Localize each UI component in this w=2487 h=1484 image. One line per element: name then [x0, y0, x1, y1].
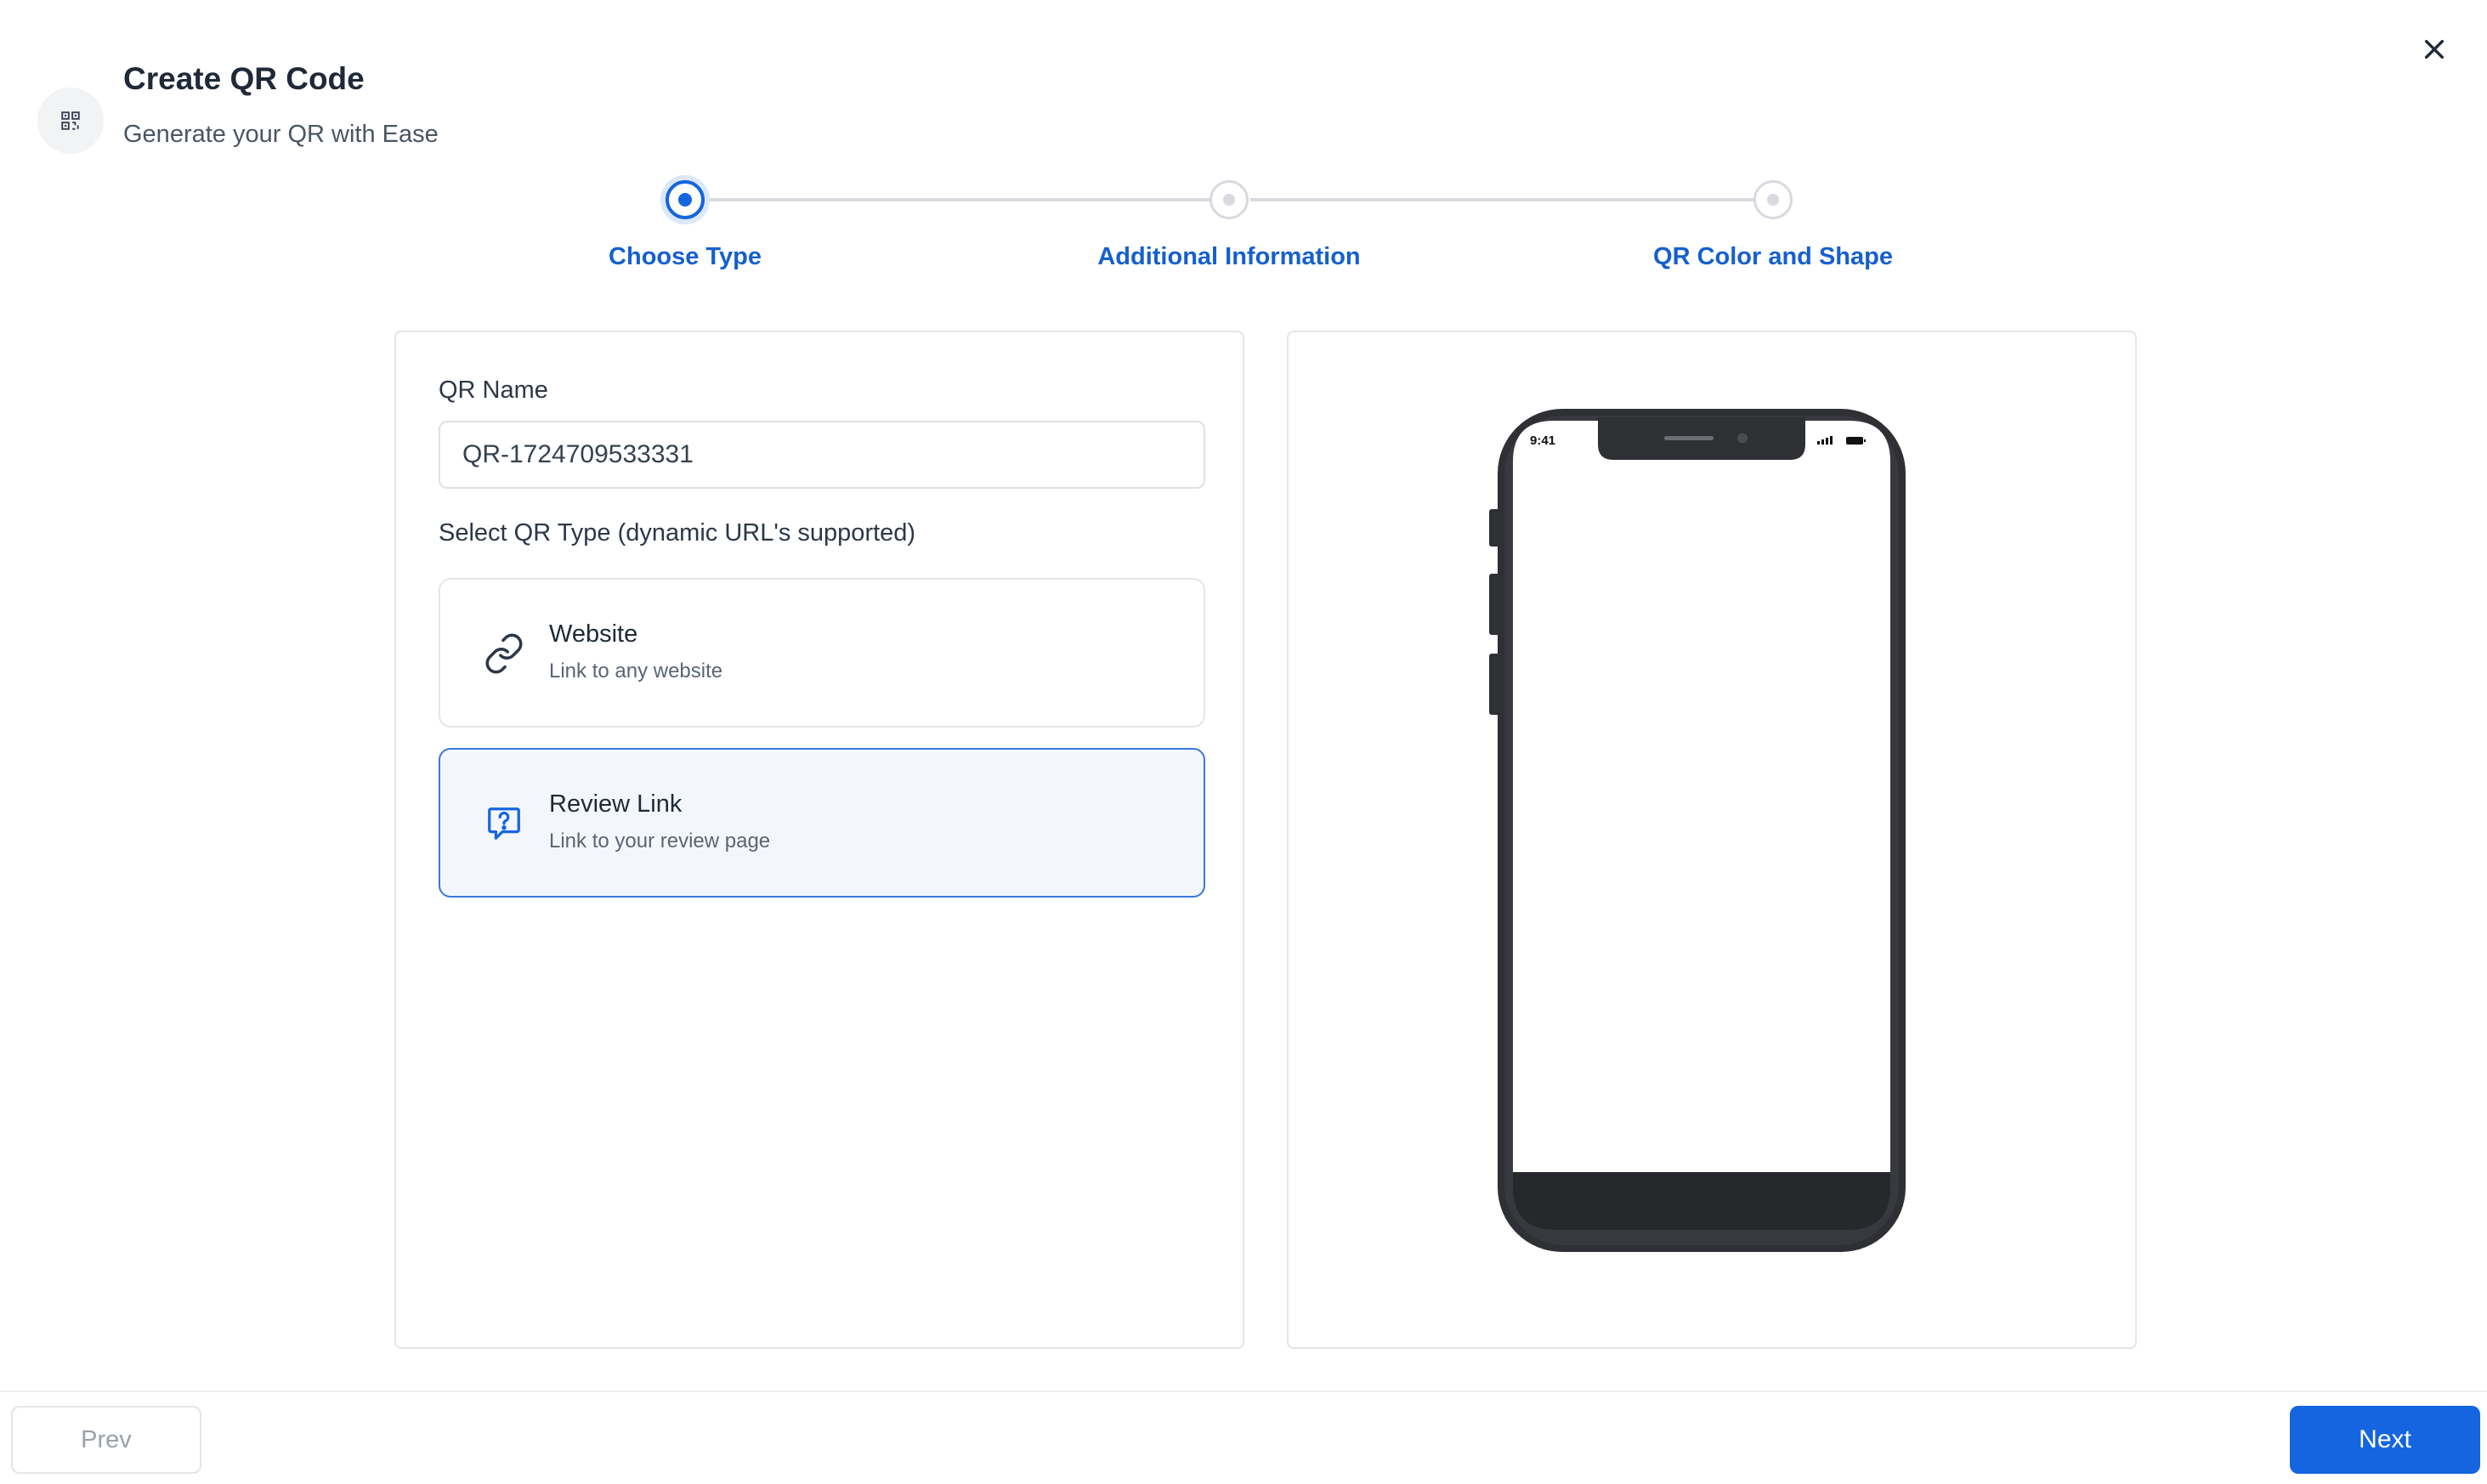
- next-button[interactable]: Next: [2290, 1406, 2480, 1474]
- prev-button[interactable]: Prev: [11, 1406, 201, 1474]
- footer-divider: [0, 1391, 2487, 1392]
- step-3-indicator[interactable]: [1753, 180, 1793, 219]
- step-1-label[interactable]: Choose Type: [609, 243, 762, 271]
- qr-code-icon: [61, 111, 80, 130]
- close-icon: [2424, 39, 2445, 59]
- page-title: Create QR Code: [123, 61, 365, 96]
- step-1-indicator[interactable]: [660, 175, 710, 224]
- close-button[interactable]: [2411, 25, 2458, 73]
- page-subtitle: Generate your QR with Ease: [123, 121, 439, 148]
- qr-type-subtitle: Link to your review page: [549, 830, 771, 852]
- qr-form-panel: QR Name Select QR Type (dynamic URL's su…: [394, 331, 1244, 1349]
- qr-type-review-link-card[interactable]: Review Link Link to your review page: [439, 748, 1205, 898]
- qr-type-title: Website: [549, 620, 638, 648]
- stepper-connector-1: [709, 198, 1229, 201]
- step-2-label[interactable]: Additional Information: [1097, 243, 1360, 271]
- link-icon: [479, 629, 529, 678]
- step-3-label[interactable]: QR Color and Shape: [1653, 243, 1893, 271]
- qr-type-subtitle: Link to any website: [549, 660, 723, 683]
- qr-type-label: Select QR Type (dynamic URL's supported): [439, 519, 916, 547]
- phone-preview: 9:41: [1489, 409, 1906, 1252]
- qr-name-label: QR Name: [439, 377, 548, 404]
- battery-icon: [1846, 437, 1866, 445]
- qr-name-input[interactable]: [439, 421, 1205, 489]
- stepper-connector-2: [1250, 198, 1773, 201]
- step-2-indicator[interactable]: [1210, 180, 1249, 219]
- status-time: 9:41: [1530, 433, 1555, 448]
- qr-type-title: Review Link: [549, 790, 683, 818]
- header-qr-icon: [37, 88, 104, 154]
- qr-type-website-card[interactable]: Website Link to any website: [439, 578, 1205, 728]
- review-question-icon: [479, 799, 529, 848]
- preview-panel: 9:41: [1287, 331, 2137, 1349]
